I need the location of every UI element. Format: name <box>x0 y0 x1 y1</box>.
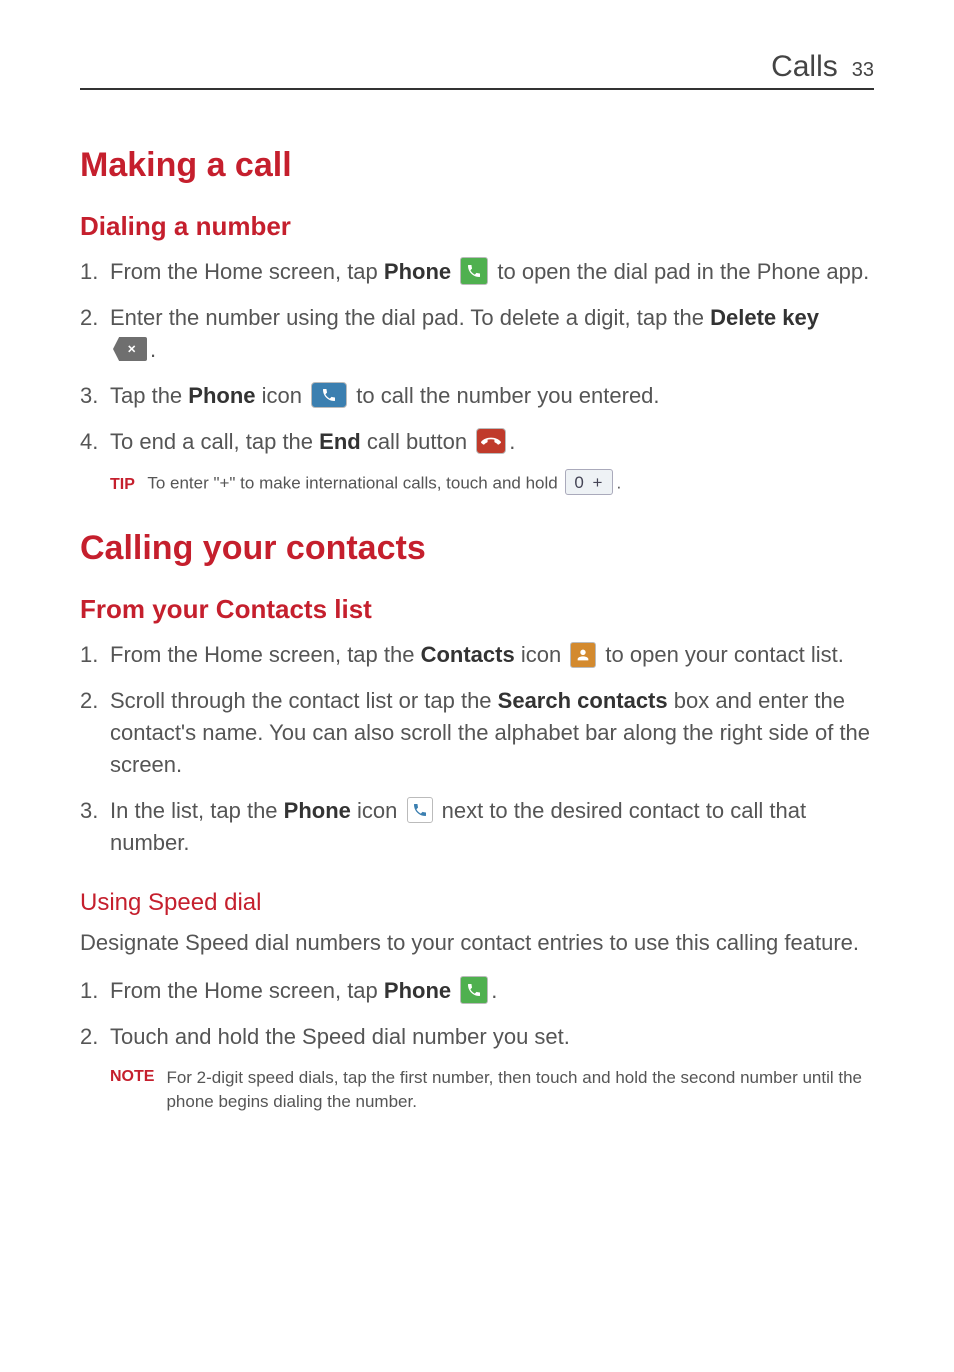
phone-label: Phone <box>384 259 451 284</box>
text: To end a call, tap the <box>110 429 319 454</box>
step-2: 2. Enter the number using the dial pad. … <box>80 302 874 366</box>
dialing-steps: 1. From the Home screen, tap Phone to op… <box>80 256 874 457</box>
text: call button <box>361 429 474 454</box>
step-number: 2. <box>80 302 98 334</box>
page-number: 33 <box>852 59 874 82</box>
step-4: 4. To end a call, tap the End call butto… <box>80 426 874 458</box>
step-2: 2. Touch and hold the Speed dial number … <box>80 1021 874 1053</box>
section-calling-your-contacts: Calling your contacts <box>80 529 874 568</box>
phone-app-icon <box>460 257 488 285</box>
contacts-steps: 1. From the Home screen, tap the Contact… <box>80 639 874 858</box>
text: Tap the <box>110 383 188 408</box>
text: From the Home screen, tap the <box>110 642 421 667</box>
text: In the list, tap the <box>110 798 284 823</box>
step-number: 4. <box>80 426 98 458</box>
zero-plus-key-icon: 0 + <box>565 469 613 495</box>
tip-label: TIP <box>110 476 135 493</box>
contacts-app-icon <box>570 642 596 668</box>
contacts-label: Contacts <box>421 642 515 667</box>
text: . <box>491 978 497 1003</box>
text: From the Home screen, tap <box>110 259 384 284</box>
delete-key-icon <box>113 337 147 361</box>
end-label: End <box>319 429 361 454</box>
step-number: 3. <box>80 795 98 827</box>
tip-text: To enter "+" to make international calls… <box>147 474 562 493</box>
subsection-from-contacts-list: From your Contacts list <box>80 594 874 625</box>
text: From the Home screen, tap <box>110 978 384 1003</box>
step-3: 3. In the list, tap the Phone icon next … <box>80 795 874 859</box>
text: icon <box>515 642 568 667</box>
page-content: Calls 33 Making a call Dialing a number … <box>0 0 954 1192</box>
step-3: 3. Tap the Phone icon to call the number… <box>80 380 874 412</box>
subsection-using-speed-dial: Using Speed dial <box>80 889 874 917</box>
speed-dial-intro: Designate Speed dial numbers to your con… <box>80 927 874 959</box>
phone-label: Phone <box>188 383 255 408</box>
page-header: Calls 33 <box>80 50 874 90</box>
text: . <box>509 429 515 454</box>
note-label: NOTE <box>110 1066 154 1114</box>
tip-block: TIP To enter "+" to make international c… <box>110 471 874 497</box>
subsection-dialing-a-number: Dialing a number <box>80 211 874 242</box>
text: Touch and hold the Speed dial number you… <box>110 1024 570 1049</box>
section-making-a-call: Making a call <box>80 146 874 185</box>
text: icon <box>256 383 309 408</box>
delete-key-label: Delete key <box>710 305 819 330</box>
step-2: 2. Scroll through the contact list or ta… <box>80 685 874 781</box>
header-title: Calls <box>771 50 838 84</box>
step-number: 3. <box>80 380 98 412</box>
text: to open your contact list. <box>605 642 843 667</box>
text: to call the number you entered. <box>356 383 659 408</box>
phone-label: Phone <box>384 978 451 1003</box>
note-block: NOTE For 2-digit speed dials, tap the fi… <box>110 1066 874 1114</box>
note-text: For 2-digit speed dials, tap the first n… <box>166 1066 864 1114</box>
phone-call-icon <box>311 382 347 408</box>
phone-outline-icon <box>407 797 433 823</box>
text: icon <box>351 798 404 823</box>
step-number: 1. <box>80 639 98 671</box>
step-1: 1. From the Home screen, tap Phone . <box>80 975 874 1007</box>
speed-dial-steps: 1. From the Home screen, tap Phone . 2. … <box>80 975 874 1053</box>
step-number: 1. <box>80 256 98 288</box>
step-number: 1. <box>80 975 98 1007</box>
text: . <box>616 474 621 493</box>
step-1: 1. From the Home screen, tap the Contact… <box>80 639 874 671</box>
text: to open the dial pad in the Phone app. <box>497 259 869 284</box>
search-contacts-label: Search contacts <box>498 688 668 713</box>
step-1: 1. From the Home screen, tap Phone to op… <box>80 256 874 288</box>
phone-label: Phone <box>284 798 351 823</box>
end-call-icon <box>476 428 506 454</box>
step-number: 2. <box>80 685 98 717</box>
text: . <box>150 337 156 362</box>
text: Scroll through the contact list or tap t… <box>110 688 498 713</box>
text: Enter the number using the dial pad. To … <box>110 305 710 330</box>
phone-app-icon <box>460 976 488 1004</box>
step-number: 2. <box>80 1021 98 1053</box>
